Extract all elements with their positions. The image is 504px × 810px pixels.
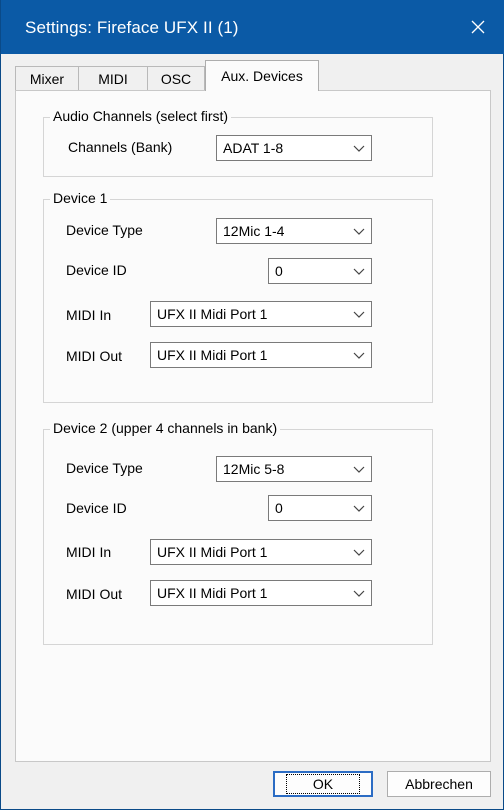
device1-type-label: Device Type bbox=[66, 222, 143, 238]
device1-midi-in-label: MIDI In bbox=[66, 307, 112, 323]
device1-type-select[interactable]: 12Mic 1-4 bbox=[216, 218, 372, 244]
device2-id-value: 0 bbox=[275, 500, 283, 516]
channels-bank-select[interactable]: ADAT 1-8 bbox=[216, 135, 372, 161]
ok-button[interactable]: OK bbox=[273, 771, 373, 797]
ok-button-label: OK bbox=[285, 774, 361, 794]
chevron-down-icon bbox=[353, 549, 365, 556]
chevron-down-icon bbox=[353, 352, 365, 359]
device2-midi-in-value: UFX II Midi Port 1 bbox=[157, 544, 268, 560]
close-icon bbox=[471, 20, 485, 34]
device1-midi-out-select[interactable]: UFX II Midi Port 1 bbox=[150, 342, 372, 368]
device1-midi-out-label: MIDI Out bbox=[66, 348, 123, 364]
device2-type-select[interactable]: 12Mic 5-8 bbox=[216, 456, 372, 482]
tab-aux-devices[interactable]: Aux. Devices bbox=[205, 60, 319, 91]
settings-window: Settings: Fireface UFX II (1) Mixer MIDI… bbox=[0, 0, 504, 810]
device1-midi-out-value: UFX II Midi Port 1 bbox=[157, 347, 268, 363]
device1-id-select[interactable]: 0 bbox=[268, 258, 372, 284]
chevron-down-icon bbox=[353, 590, 365, 597]
device2-legend: Device 2 (upper 4 channels in bank) bbox=[50, 420, 281, 436]
device2-id-select[interactable]: 0 bbox=[268, 495, 372, 521]
device1-id-value: 0 bbox=[275, 263, 283, 279]
window-title: Settings: Fireface UFX II (1) bbox=[25, 18, 239, 37]
chevron-down-icon bbox=[353, 145, 365, 152]
chevron-down-icon bbox=[353, 505, 365, 512]
tab-mixer[interactable]: Mixer bbox=[15, 66, 79, 90]
channels-bank-label: Channels (Bank) bbox=[68, 139, 173, 155]
device2-midi-in-select[interactable]: UFX II Midi Port 1 bbox=[150, 539, 372, 565]
chevron-down-icon bbox=[353, 466, 365, 473]
device1-id-label: Device ID bbox=[66, 262, 127, 278]
chevron-down-icon bbox=[353, 311, 365, 318]
close-button[interactable] bbox=[460, 10, 496, 44]
device2-type-label: Device Type bbox=[66, 460, 143, 476]
device2-group: Device 2 (upper 4 channels in bank) Devi… bbox=[43, 420, 433, 645]
title-bar: Settings: Fireface UFX II (1) bbox=[1, 0, 504, 54]
device2-id-label: Device ID bbox=[66, 500, 127, 516]
device2-midi-out-select[interactable]: UFX II Midi Port 1 bbox=[150, 580, 372, 606]
channels-bank-value: ADAT 1-8 bbox=[223, 140, 284, 156]
device2-midi-in-label: MIDI In bbox=[66, 544, 112, 560]
tab-midi[interactable]: MIDI bbox=[78, 66, 148, 90]
device1-midi-in-select[interactable]: UFX II Midi Port 1 bbox=[150, 301, 372, 327]
device2-midi-out-label: MIDI Out bbox=[66, 586, 123, 602]
chevron-down-icon bbox=[353, 268, 365, 275]
device1-legend: Device 1 bbox=[50, 190, 111, 206]
chevron-down-icon bbox=[353, 228, 365, 235]
device2-midi-out-value: UFX II Midi Port 1 bbox=[157, 585, 268, 601]
audio-channels-legend: Audio Channels (select first) bbox=[50, 108, 232, 124]
audio-channels-group: Audio Channels (select first) Channels (… bbox=[43, 108, 433, 177]
device1-type-value: 12Mic 1-4 bbox=[223, 223, 285, 239]
tab-osc[interactable]: OSC bbox=[147, 66, 205, 90]
device1-midi-in-value: UFX II Midi Port 1 bbox=[157, 306, 268, 322]
aux-devices-panel: Audio Channels (select first) Channels (… bbox=[15, 90, 491, 762]
device2-type-value: 12Mic 5-8 bbox=[223, 461, 285, 477]
device1-group: Device 1 Device Type 12Mic 1-4 Device ID… bbox=[43, 190, 433, 403]
cancel-button[interactable]: Abbrechen bbox=[387, 771, 491, 797]
